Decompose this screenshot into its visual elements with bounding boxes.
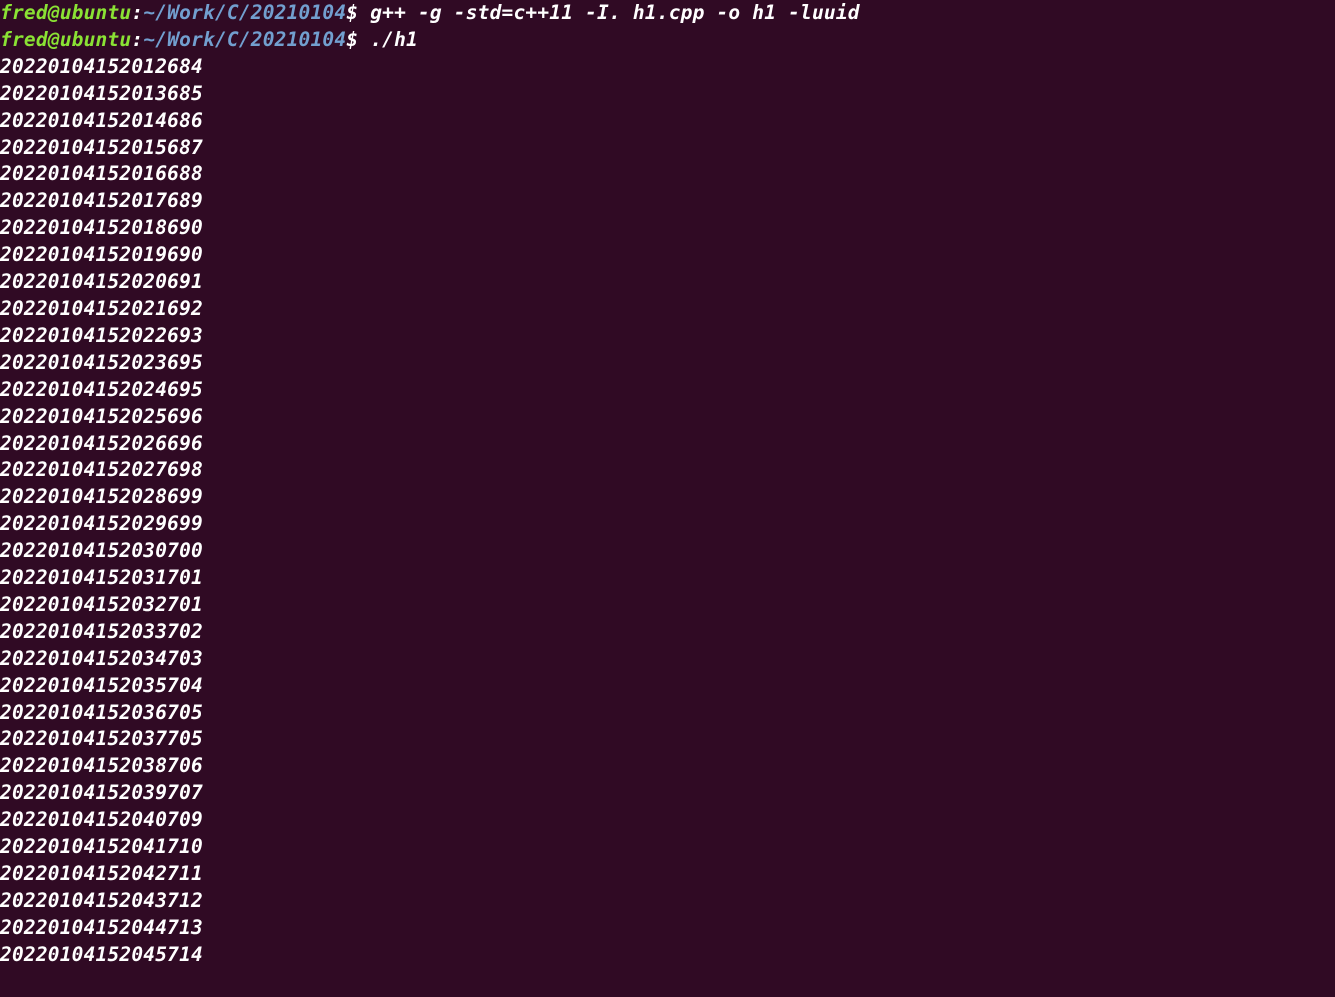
output-text: 20220104152013685 [0, 82, 203, 105]
output-line: 20220104152043712 [0, 888, 1335, 915]
output-line: 20220104152030700 [0, 538, 1335, 565]
output-line: 20220104152028699 [0, 484, 1335, 511]
output-line: 20220104152044713 [0, 915, 1335, 942]
terminal[interactable]: fred@ubuntu:~/Work/C/20210104$ g++ -g -s… [0, 0, 1335, 969]
prompt-colon: : [131, 1, 143, 24]
output-line: 20220104152045714 [0, 942, 1335, 969]
output-text: 20220104152039707 [0, 781, 203, 804]
output-text: 20220104152028699 [0, 485, 203, 508]
output-text: 20220104152027698 [0, 458, 203, 481]
output-text: 20220104152036705 [0, 701, 203, 724]
output-text: 20220104152016688 [0, 162, 203, 185]
output-text: 20220104152042711 [0, 862, 203, 885]
prompt-at: @ [48, 28, 60, 51]
prompt-at: @ [48, 1, 60, 24]
output-line: 20220104152024695 [0, 377, 1335, 404]
output-text: 20220104152031701 [0, 566, 203, 589]
output-text: 20220104152037705 [0, 727, 203, 750]
output-line: 20220104152036705 [0, 700, 1335, 727]
output-line: 20220104152031701 [0, 565, 1335, 592]
output-line: 20220104152034703 [0, 646, 1335, 673]
prompt-path: ~/Work/C/20210104 [143, 1, 346, 24]
output-text: 20220104152021692 [0, 297, 203, 320]
prompt-line: fred@ubuntu:~/Work/C/20210104$ g++ -g -s… [0, 0, 1335, 27]
command-text: ./h1 [358, 28, 418, 51]
output-line: 20220104152025696 [0, 404, 1335, 431]
output-text: 20220104152041710 [0, 835, 203, 858]
output-line: 20220104152042711 [0, 861, 1335, 888]
output-text: 20220104152035704 [0, 674, 203, 697]
prompt-path: ~/Work/C/20210104 [143, 28, 346, 51]
output-line: 20220104152020691 [0, 269, 1335, 296]
output-line: 20220104152027698 [0, 457, 1335, 484]
output-line: 20220104152037705 [0, 726, 1335, 753]
output-text: 20220104152032701 [0, 593, 203, 616]
output-line: 20220104152013685 [0, 81, 1335, 108]
output-text: 20220104152025696 [0, 405, 203, 428]
output-line: 20220104152029699 [0, 511, 1335, 538]
output-line: 20220104152041710 [0, 834, 1335, 861]
output-line: 20220104152040709 [0, 807, 1335, 834]
output-line: 20220104152019690 [0, 242, 1335, 269]
output-text: 20220104152029699 [0, 512, 203, 535]
output-line: 20220104152026696 [0, 431, 1335, 458]
output-text: 20220104152014686 [0, 109, 203, 132]
output-line: 20220104152023695 [0, 350, 1335, 377]
output-text: 20220104152019690 [0, 243, 203, 266]
output-text: 20220104152017689 [0, 189, 203, 212]
output-line: 20220104152018690 [0, 215, 1335, 242]
command-text: g++ -g -std=c++11 -I. h1.cpp -o h1 -luui… [358, 1, 859, 24]
prompt-colon: : [131, 28, 143, 51]
output-text: 20220104152033702 [0, 620, 203, 643]
output-line: 20220104152039707 [0, 780, 1335, 807]
prompt-dollar: $ [346, 28, 358, 51]
prompt-line: fred@ubuntu:~/Work/C/20210104$ ./h1 [0, 27, 1335, 54]
output-line: 20220104152038706 [0, 753, 1335, 780]
output-text: 20220104152015687 [0, 136, 203, 159]
output-line: 20220104152017689 [0, 188, 1335, 215]
output-line: 20220104152032701 [0, 592, 1335, 619]
output-text: 20220104152040709 [0, 808, 203, 831]
output-line: 20220104152033702 [0, 619, 1335, 646]
output-line: 20220104152012684 [0, 54, 1335, 81]
output-line: 20220104152022693 [0, 323, 1335, 350]
output-text: 20220104152043712 [0, 889, 203, 912]
output-text: 20220104152012684 [0, 55, 203, 78]
output-line: 20220104152035704 [0, 673, 1335, 700]
output-text: 20220104152034703 [0, 647, 203, 670]
output-text: 20220104152030700 [0, 539, 203, 562]
prompt-host: ubuntu [60, 1, 132, 24]
prompt-user: fred [0, 28, 48, 51]
output-line: 20220104152014686 [0, 108, 1335, 135]
output-text: 20220104152020691 [0, 270, 203, 293]
output-text: 20220104152044713 [0, 916, 203, 939]
output-text: 20220104152022693 [0, 324, 203, 347]
prompt-dollar: $ [346, 1, 358, 24]
output-text: 20220104152045714 [0, 943, 203, 966]
output-text: 20220104152023695 [0, 351, 203, 374]
prompt-user: fred [0, 1, 48, 24]
output-text: 20220104152038706 [0, 754, 203, 777]
output-line: 20220104152015687 [0, 135, 1335, 162]
output-text: 20220104152024695 [0, 378, 203, 401]
output-text: 20220104152018690 [0, 216, 203, 239]
output-line: 20220104152016688 [0, 161, 1335, 188]
output-line: 20220104152021692 [0, 296, 1335, 323]
output-text: 20220104152026696 [0, 432, 203, 455]
prompt-host: ubuntu [60, 28, 132, 51]
